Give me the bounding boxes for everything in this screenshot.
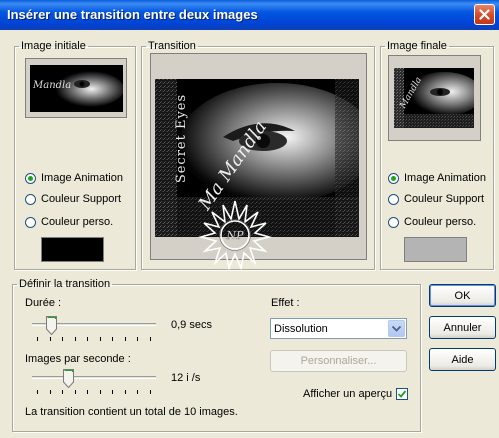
- initial-option-image-animation[interactable]: Image Animation: [25, 172, 123, 184]
- duration-slider[interactable]: [32, 316, 156, 335]
- close-icon: [479, 9, 490, 20]
- slider-tick: [137, 337, 138, 341]
- final-image-frame: Mandla: [388, 55, 481, 141]
- effect-label: Effet :: [271, 297, 300, 309]
- slider-tick: [112, 390, 113, 394]
- slider-tick: [100, 337, 101, 341]
- checkmark-icon: [397, 390, 407, 398]
- final-option-custom-color[interactable]: Couleur perso.: [388, 216, 476, 228]
- ok-button[interactable]: OK: [429, 284, 496, 307]
- help-button[interactable]: Aide: [429, 348, 496, 371]
- dropdown-arrow-icon[interactable]: [388, 320, 405, 337]
- fps-label: Images par seconde :: [25, 353, 131, 365]
- final-option-image-animation[interactable]: Image Animation: [388, 172, 486, 184]
- watermark-sun-logo: NP: [197, 200, 273, 271]
- define-transition-legend: Définir la transition: [19, 278, 111, 290]
- close-button[interactable]: [474, 4, 495, 25]
- slider-thumb[interactable]: [63, 369, 74, 388]
- slider-tick: [87, 390, 88, 394]
- radio-selected-icon: [388, 172, 399, 184]
- initial-thumb-text: Mandla: [33, 80, 72, 91]
- effect-dropdown[interactable]: Dissolution: [270, 318, 407, 339]
- slider-tick: [137, 390, 138, 394]
- transition-legend: Transition: [148, 40, 196, 52]
- radio-icon: [388, 216, 399, 228]
- radio-icon: [25, 216, 36, 228]
- final-color-swatch[interactable]: [404, 237, 467, 262]
- initial-option-custom-color[interactable]: Couleur perso.: [25, 216, 113, 228]
- slider-tick: [62, 337, 63, 341]
- slider-tick: [150, 390, 151, 394]
- final-image-thumbnail: Mandla: [394, 68, 474, 128]
- fps-slider-ticks: [37, 390, 151, 394]
- slider-tick: [50, 390, 51, 394]
- fps-slider[interactable]: [32, 369, 156, 388]
- radio-icon: [388, 193, 399, 205]
- cancel-button[interactable]: Annuler: [429, 316, 496, 339]
- preview-label: Afficher un aperçu: [303, 388, 393, 400]
- preview-checkbox[interactable]: [396, 388, 408, 400]
- radio-selected-icon: [25, 172, 36, 184]
- title-bar: Insérer une transition entre deux images: [0, 0, 499, 30]
- initial-option-background-color[interactable]: Couleur Support: [25, 193, 121, 205]
- slider-tick: [37, 337, 38, 341]
- slider-tick: [75, 390, 76, 394]
- slider-tick: [62, 390, 63, 394]
- duration-label: Durée :: [25, 297, 62, 309]
- slider-tick: [87, 337, 88, 341]
- summary-text: La transition contient un total de 10 im…: [25, 406, 238, 418]
- slider-tick: [125, 390, 126, 394]
- slider-track: [32, 376, 156, 379]
- fps-value: 12 i /s: [171, 372, 201, 384]
- slider-tick: [125, 337, 126, 341]
- initial-image-thumbnail: Mandla: [30, 65, 123, 112]
- duration-value: 0,9 secs: [171, 319, 212, 331]
- slider-tick: [112, 337, 113, 341]
- slider-tick: [75, 337, 76, 341]
- duration-slider-ticks: [37, 337, 151, 341]
- slider-tick: [37, 390, 38, 394]
- radio-icon: [25, 193, 36, 205]
- initial-image-frame: Mandla: [25, 58, 127, 118]
- transition-preview-frame: Secret Eyes Ma Mandla NP: [150, 53, 367, 271]
- window-title: Insérer une transition entre deux images: [7, 7, 258, 22]
- initial-image-legend: Image initiale: [21, 40, 86, 52]
- slider-tick: [100, 390, 101, 394]
- slider-tick: [50, 337, 51, 341]
- final-option-background-color[interactable]: Couleur Support: [388, 193, 484, 205]
- effect-dropdown-value: Dissolution: [274, 323, 328, 335]
- watermark-text: NP: [225, 229, 244, 242]
- initial-color-swatch[interactable]: [41, 237, 104, 262]
- customize-button[interactable]: Personnaliser...: [270, 350, 407, 372]
- final-image-legend: Image finale: [387, 40, 447, 52]
- slider-thumb[interactable]: [46, 316, 57, 335]
- slider-tick: [150, 337, 151, 341]
- transition-side-text: Secret Eyes: [174, 93, 190, 184]
